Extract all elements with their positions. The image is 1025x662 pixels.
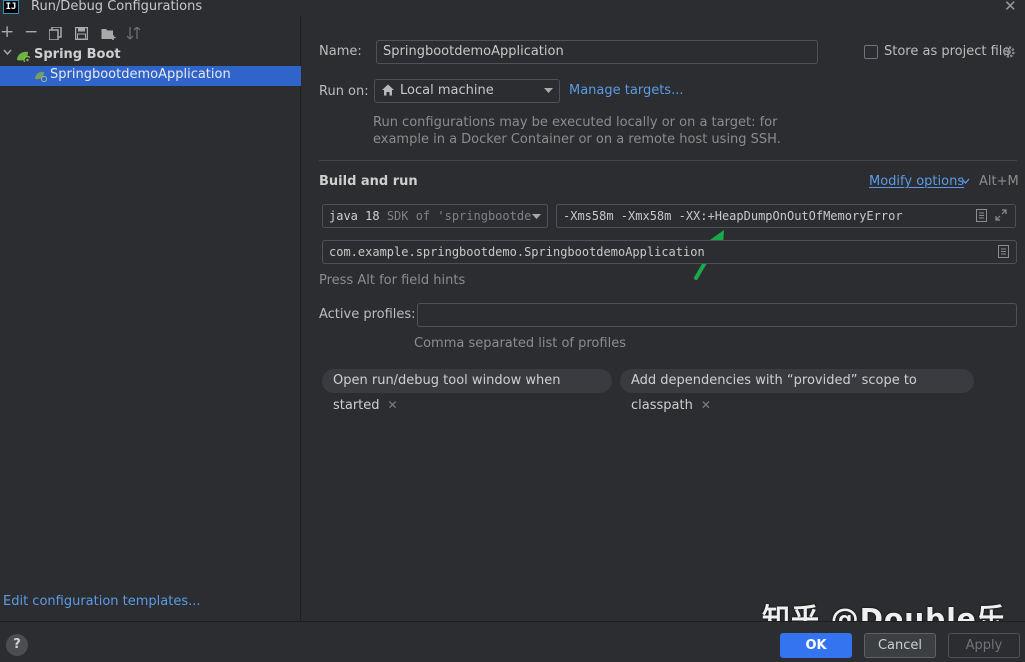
chip-label: Open run/debug tool window when started xyxy=(333,373,561,413)
active-profiles-label: Active profiles: xyxy=(319,307,416,322)
remove-chip-icon[interactable]: ✕ xyxy=(388,398,398,412)
vm-options-field[interactable]: -Xms58m -Xmx58m -XX:+HeapDumpOnOutOfMemo… xyxy=(556,204,1016,228)
remove-configuration-button[interactable]: − xyxy=(24,22,38,42)
store-as-project-file-checkbox[interactable] xyxy=(864,45,878,59)
apply-button[interactable]: Apply xyxy=(948,633,1020,658)
spring-boot-app-icon xyxy=(34,70,47,82)
cancel-button[interactable]: Cancel xyxy=(864,633,936,658)
store-as-project-file-label: Store as project file xyxy=(884,44,1010,59)
modify-options-link[interactable]: Modify options xyxy=(869,174,964,189)
manage-targets-link[interactable]: Manage targets... xyxy=(569,83,683,98)
field-hints-text: Press Alt for field hints xyxy=(319,273,465,288)
sort-icon[interactable] xyxy=(127,27,141,40)
chevron-down-icon[interactable] xyxy=(3,48,12,56)
jdk-detail: SDK of 'springbootde xyxy=(387,209,532,223)
dropdown-arrow-icon xyxy=(544,88,553,94)
remove-chip-icon[interactable]: ✕ xyxy=(701,398,711,412)
run-on-hint-line2: example in a Docker Container or on a re… xyxy=(373,132,781,147)
configurations-tree-pane xyxy=(0,16,301,621)
modify-options-shortcut: Alt+M xyxy=(979,174,1019,189)
copy-icon[interactable] xyxy=(49,27,62,40)
add-configuration-button[interactable]: + xyxy=(0,22,14,42)
main-class-field[interactable]: com.example.springbootdemo.Springbootdem… xyxy=(322,240,1017,264)
intellij-app-icon: IJ xyxy=(3,0,19,14)
spring-boot-icon xyxy=(16,50,30,62)
save-icon[interactable] xyxy=(75,27,88,40)
chip-label: Add dependencies with “provided” scope t… xyxy=(631,373,917,413)
browse-class-icon[interactable] xyxy=(998,245,1009,258)
home-icon xyxy=(382,84,394,96)
chevron-down-icon[interactable] xyxy=(961,178,970,184)
name-label: Name: xyxy=(319,44,362,59)
build-and-run-heading: Build and run xyxy=(319,174,418,189)
ok-button[interactable]: OK xyxy=(780,633,852,658)
option-chip-add-dependencies[interactable]: Add dependencies with “provided” scope t… xyxy=(620,369,974,393)
help-button[interactable]: ? xyxy=(6,634,28,656)
new-folder-icon[interactable] xyxy=(101,27,116,40)
main-class-value: com.example.springbootdemo.Springbootdem… xyxy=(329,245,705,259)
window-title: Run/Debug Configurations xyxy=(31,0,202,14)
jdk-value: java 18 xyxy=(329,209,380,223)
run-on-hint-line1: Run configurations may be executed local… xyxy=(373,115,777,130)
tree-item-label: SpringbootdemoApplication xyxy=(50,67,231,82)
run-on-value: Local machine xyxy=(400,83,494,98)
option-chip-open-tool-window[interactable]: Open run/debug tool window when started✕ xyxy=(322,369,612,393)
run-on-label: Run on: xyxy=(319,84,369,99)
maximize-icon[interactable] xyxy=(995,209,1007,221)
jdk-dropdown[interactable]: java 18 SDK of 'springbootde xyxy=(322,204,548,228)
active-profiles-hint: Comma separated list of profiles xyxy=(414,336,626,351)
vm-options-value: -Xms58m -Xmx58m -XX:+HeapDumpOnOutOfMemo… xyxy=(563,209,903,223)
gear-icon[interactable] xyxy=(1002,45,1016,59)
close-icon[interactable]: ✕ xyxy=(1004,0,1017,15)
tree-group-label: Spring Boot xyxy=(34,47,121,62)
active-profiles-field[interactable] xyxy=(417,303,1017,327)
name-field[interactable]: SpringbootdemoApplication xyxy=(376,40,818,64)
edit-configuration-templates-link[interactable]: Edit configuration templates... xyxy=(3,594,201,609)
run-on-dropdown[interactable]: Local machine xyxy=(374,79,560,103)
dropdown-arrow-icon xyxy=(532,214,541,220)
expand-text-icon[interactable] xyxy=(976,209,987,222)
section-divider xyxy=(319,160,1017,161)
